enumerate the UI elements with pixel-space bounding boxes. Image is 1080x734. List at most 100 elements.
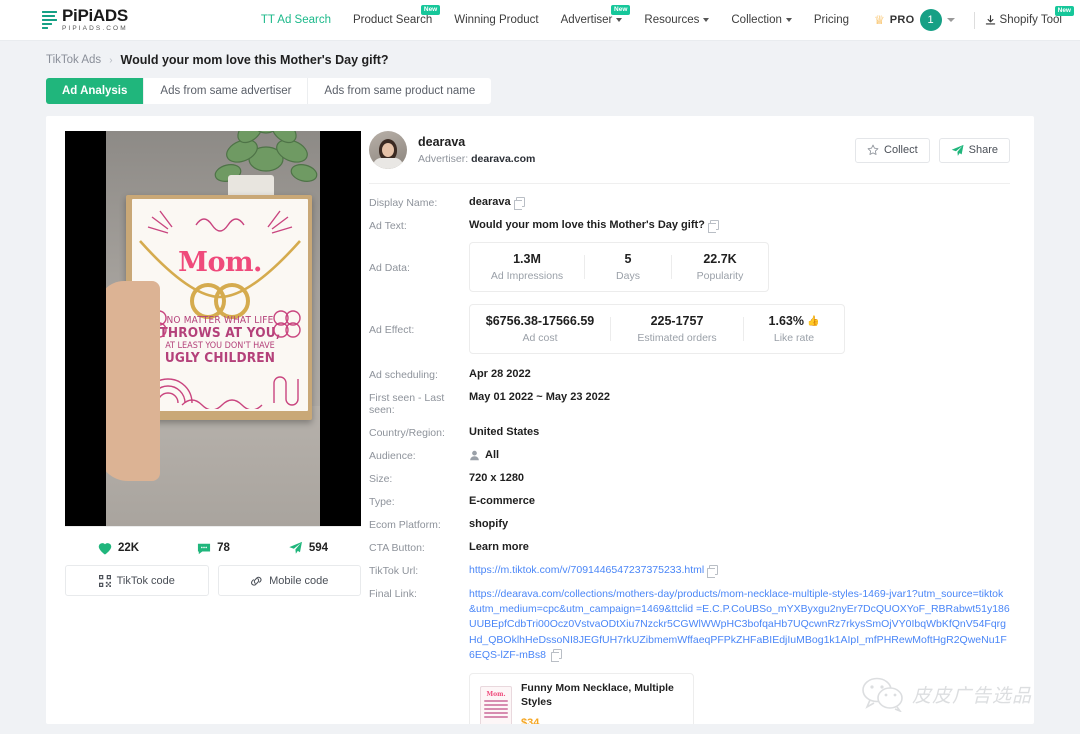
scribble-doodle-icon xyxy=(268,373,302,407)
copy-icon[interactable] xyxy=(709,565,718,575)
heart-icon xyxy=(98,542,112,555)
field-label: CTA Button: xyxy=(369,541,469,554)
product-thumb-title: Mom. xyxy=(481,691,511,698)
tiktok-url-link[interactable]: https://m.tiktok.com/v/70914465472373752… xyxy=(469,564,704,576)
nav-collection[interactable]: Collection xyxy=(720,14,803,26)
tab-ads-same-product-name[interactable]: Ads from same product name xyxy=(308,78,491,104)
nav-tt-ad-search[interactable]: TT Ad Search xyxy=(250,14,342,26)
field-label: First seen - Last seen: xyxy=(369,391,469,416)
user-account-menu[interactable]: ♕ PRO 1 xyxy=(860,9,964,31)
nav-label: Pricing xyxy=(814,14,849,26)
field-label: Type: xyxy=(369,495,469,508)
nav-label: Collection xyxy=(731,14,782,26)
advertiser-domain[interactable]: dearava.com xyxy=(471,153,535,165)
row-ad-scheduling: Ad scheduling: Apr 28 2022 xyxy=(369,368,1010,381)
watermark-text: 皮皮广告选品 xyxy=(912,681,1032,708)
comment-icon xyxy=(197,542,211,555)
page-title: Would your mom love this Mother's Day gi… xyxy=(121,53,389,67)
avatar[interactable]: 1 xyxy=(920,9,942,31)
squiggle-doodle-icon xyxy=(138,207,302,241)
field-value: 720 x 1280 xyxy=(469,472,524,484)
tab-bar: Ad Analysis Ads from same advertiser Ads… xyxy=(46,78,1080,104)
video-panel: Mom. NO MATTER WHAT LIFE THROWS AT YOU, … xyxy=(46,131,361,724)
flower-doodle-icon xyxy=(272,309,302,339)
collect-button[interactable]: Collect xyxy=(855,138,930,163)
wave-doodle-icon xyxy=(180,397,264,409)
field-value: shopify xyxy=(469,518,508,530)
metric-estimated-orders: 225-1757 Estimated orders xyxy=(611,305,743,353)
linked-product-card[interactable]: Mom. Funny Mom Necklace, Multiple Styles… xyxy=(469,673,694,724)
row-ad-effect: Ad Effect: $6756.38-17566.59 Ad cost 225… xyxy=(369,304,1010,354)
share-icon xyxy=(288,541,303,555)
code-buttons: TikTok code Mobile code xyxy=(65,565,361,608)
shopify-tool-label: Shopify Tool xyxy=(1000,14,1062,26)
header-divider xyxy=(974,12,975,29)
section-divider xyxy=(369,183,1010,184)
field-value: E-commerce xyxy=(469,495,535,507)
field-label: Ad scheduling: xyxy=(369,368,469,381)
copy-icon[interactable] xyxy=(516,197,525,207)
final-link[interactable]: https://dearava.com/collections/mothers-… xyxy=(469,588,1010,661)
star-icon xyxy=(867,144,879,156)
person-icon xyxy=(469,450,480,461)
shopify-tool-link[interactable]: Shopify Tool New xyxy=(985,14,1062,26)
metric-value: 5 xyxy=(585,252,671,266)
nav-resources[interactable]: Resources xyxy=(633,14,720,26)
copy-icon[interactable] xyxy=(710,220,719,230)
button-label: TikTok code xyxy=(117,575,175,587)
nav-pricing[interactable]: Pricing xyxy=(803,14,860,26)
field-value: Would your mom love this Mother's Day gi… xyxy=(469,219,705,231)
button-label: Share xyxy=(969,144,998,156)
advertiser-avatar[interactable] xyxy=(369,131,407,169)
download-icon xyxy=(985,15,996,26)
pipiads-logo[interactable]: PiPiADS PIPIADS.COM xyxy=(42,7,128,33)
main-nav: TT Ad Search Product Search New Winning … xyxy=(250,9,1062,31)
tab-ad-analysis[interactable]: Ad Analysis xyxy=(46,78,144,104)
metric-ad-impressions: 1.3M Ad Impressions xyxy=(470,243,584,291)
field-value: United States xyxy=(469,426,539,438)
stat-value: 22K xyxy=(118,542,139,554)
row-size: Size: 720 x 1280 xyxy=(369,472,1010,485)
mobile-code-button[interactable]: Mobile code xyxy=(218,565,362,596)
row-ad-data: Ad Data: 1.3M Ad Impressions 5 Days 22.7… xyxy=(369,242,1010,292)
metric-label: Estimated orders xyxy=(611,332,743,344)
field-label: Ad Effect: xyxy=(369,323,469,336)
button-label: Mobile code xyxy=(269,575,328,587)
field-label: Size: xyxy=(369,472,469,485)
metric-label: Days xyxy=(585,270,671,282)
breadcrumb-separator: › xyxy=(109,55,112,66)
product-thumb-lines xyxy=(484,700,508,720)
ad-data-metrics: 1.3M Ad Impressions 5 Days 22.7K Popular… xyxy=(469,242,769,292)
button-label: Collect xyxy=(884,144,918,156)
nav-label: Advertiser xyxy=(561,14,613,26)
tab-ads-same-advertiser[interactable]: Ads from same advertiser xyxy=(144,78,308,104)
field-label: Ad Text: xyxy=(369,219,469,232)
nav-advertiser[interactable]: Advertiser New xyxy=(550,14,634,26)
top-navigation-bar: PiPiADS PIPIADS.COM TT Ad Search Product… xyxy=(0,0,1080,41)
share-button[interactable]: Share xyxy=(939,138,1010,163)
chevron-down-icon xyxy=(786,18,792,22)
advertiser-name: dearava xyxy=(418,135,535,149)
field-value: dearava xyxy=(469,196,511,208)
ad-effect-metrics: $6756.38-17566.59 Ad cost 225-1757 Estim… xyxy=(469,304,845,354)
nav-product-search[interactable]: Product Search New xyxy=(342,14,443,26)
field-value: May 01 2022 ~ May 23 2022 xyxy=(469,391,610,403)
ad-video-thumbnail[interactable]: Mom. NO MATTER WHAT LIFE THROWS AT YOU, … xyxy=(65,131,361,526)
copy-icon[interactable] xyxy=(553,649,562,659)
breadcrumb-root[interactable]: TikTok Ads xyxy=(46,54,101,66)
metric-value: 22.7K xyxy=(672,252,768,266)
tiktok-code-button[interactable]: TikTok code xyxy=(65,565,209,596)
metric-label: Like rate xyxy=(744,332,844,344)
metric-popularity: 22.7K Popularity xyxy=(672,243,768,291)
tab-label: Ads from same product name xyxy=(324,85,475,97)
nav-winning-product[interactable]: Winning Product xyxy=(443,14,549,26)
new-badge: New xyxy=(421,5,440,15)
product-price: $34 xyxy=(521,717,683,724)
field-value: Learn more xyxy=(469,541,529,553)
metric-value: 1.3M xyxy=(470,252,584,266)
engagement-stats: 22K 78 594 xyxy=(65,526,361,565)
product-name: Funny Mom Necklace, Multiple Styles xyxy=(521,682,683,709)
qrcode-icon xyxy=(99,575,111,587)
video-frame: Mom. NO MATTER WHAT LIFE THROWS AT YOU, … xyxy=(106,131,320,526)
ad-details-panel: dearava Advertiser: dearava.com Collect xyxy=(361,131,1034,724)
